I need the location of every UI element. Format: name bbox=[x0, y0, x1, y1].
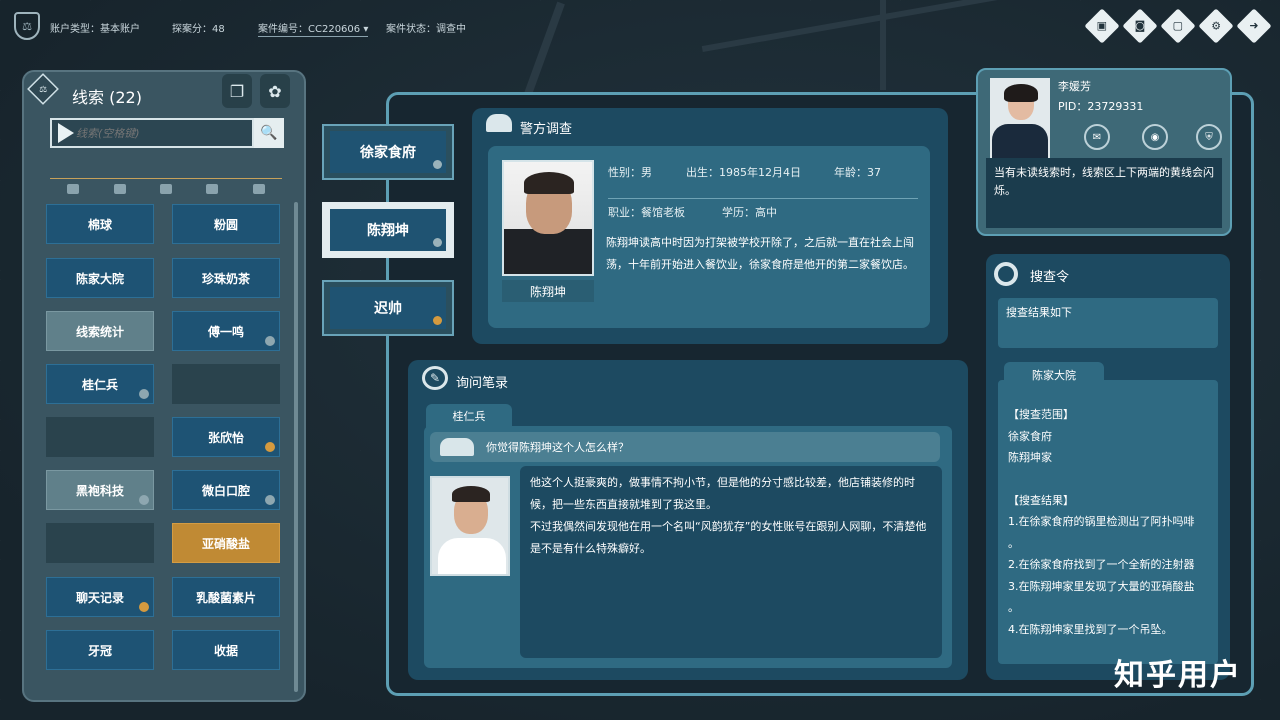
clue-search-box bbox=[50, 118, 254, 148]
top-toolbar: ▣ ◙ ▢ ⚙ ➜ bbox=[1084, 8, 1272, 44]
officer-avatar bbox=[990, 78, 1050, 158]
suspect-bio: 陈翔坤读高中时因为打架被学校开除了，之后就一直在社会上闯荡，十年前开始进入餐饮业… bbox=[606, 236, 914, 271]
camera-icon[interactable]: ◙ bbox=[1122, 8, 1158, 44]
case-status: 案件状态：调查中 bbox=[386, 24, 466, 35]
screen-icon[interactable]: ▢ bbox=[1160, 8, 1196, 44]
clue-panel: ⚖ 线索 (22) ❐ ✿ 🔍 棉球 粉圆 陈家大院 珍珠奶茶 线索统计 傅一鸣… bbox=[22, 70, 306, 702]
puzzle-icon bbox=[139, 602, 149, 612]
search-warrant-title: 搜查令 bbox=[1030, 270, 1070, 285]
suspect-info: 陈翔坤 性别：男 出生：1985年12月4日 年龄：37 职业：餐馆老板 学历：… bbox=[488, 146, 930, 328]
filter-document-icon[interactable] bbox=[67, 183, 80, 194]
status-dot-icon bbox=[433, 238, 442, 247]
interrogation-record: ✎ 询问笔录 桂仁兵 你觉得陈翔坤这个人怎么样？ 他这个人挺豪爽的，做事情不拘小… bbox=[408, 360, 968, 680]
watermark: 知乎用户 bbox=[1114, 658, 1242, 693]
network-icon[interactable]: ✿ bbox=[260, 74, 290, 108]
divider bbox=[608, 198, 918, 199]
filter-person-icon[interactable] bbox=[113, 183, 126, 194]
play-icon bbox=[58, 123, 74, 143]
police-card-title: 警方调查 bbox=[520, 122, 573, 137]
megaphone-icon bbox=[265, 495, 275, 505]
clue-panel-title: 线索 (22) bbox=[72, 88, 142, 107]
suspect-name: 陈翔坤 bbox=[502, 280, 594, 302]
suspect-age: 年龄：37 bbox=[834, 166, 881, 179]
clue-item[interactable]: 黑袍科技 bbox=[46, 470, 154, 510]
search-result-body: 【搜查范围】 徐家食府 陈翔坤家 【搜查结果】 1.在徐家食府的锅里检测出了阿扑… bbox=[998, 380, 1218, 664]
clue-item[interactable]: 微白口腔 bbox=[172, 470, 280, 510]
interrogation-body: 你觉得陈翔坤这个人怎么样？ 他这个人挺豪爽的，做事情不拘小节，但是他的分寸感比较… bbox=[424, 426, 952, 668]
unread-dot-icon bbox=[265, 336, 275, 346]
clue-scrollbar[interactable] bbox=[294, 202, 298, 692]
share-icon bbox=[139, 495, 149, 505]
clue-item-empty bbox=[46, 417, 154, 457]
witness-answer: 他这个人挺豪爽的，做事情不拘小节，但是他的分寸感比较差，他店铺装修的时候，把一些… bbox=[520, 466, 942, 658]
officer-name: 李媛芳 bbox=[1058, 80, 1091, 93]
score: 探案分：48 bbox=[172, 24, 225, 35]
suspect-tab[interactable]: 迟帅 bbox=[322, 280, 454, 336]
badge-icon[interactable]: ⛨ bbox=[1196, 124, 1222, 150]
video-icon[interactable]: ▣ bbox=[1084, 8, 1120, 44]
search-key-icon[interactable]: 🔍 bbox=[254, 118, 284, 148]
suspect-tab-active[interactable]: 陈翔坤 bbox=[322, 202, 454, 258]
suspect-job: 职业：餐馆老板 bbox=[608, 206, 685, 219]
clue-item[interactable]: 聊天记录 bbox=[46, 577, 154, 617]
officer-tip: 当有未读线索时，线索区上下两端的黄线会闪烁。 bbox=[986, 158, 1222, 228]
shield-logo-icon[interactable]: ⚖ bbox=[14, 12, 40, 40]
clue-item-selected[interactable]: 亚硝酸盐 bbox=[172, 523, 280, 563]
clue-statistics-button[interactable]: 线索统计 bbox=[46, 311, 154, 351]
clue-logo-icon: ⚖ bbox=[27, 73, 59, 105]
search-location-tab[interactable]: 陈家大院 bbox=[1004, 362, 1104, 388]
suspect-birth: 出生：1985年12月4日 bbox=[686, 166, 801, 179]
witness-tab[interactable]: 桂仁兵 bbox=[426, 404, 512, 428]
magnifier-icon: ✎ bbox=[422, 366, 448, 390]
police-investigation-card: 警方调查 陈翔坤 性别：男 出生：1985年12月4日 年龄：37 职业：餐馆老… bbox=[472, 108, 948, 344]
new-dot-icon bbox=[265, 442, 275, 452]
clue-item[interactable]: 珍珠奶茶 bbox=[172, 258, 280, 298]
new-dot-icon bbox=[433, 316, 442, 325]
chevron-down-icon: ▾ bbox=[363, 24, 369, 35]
filter-location-icon[interactable] bbox=[159, 183, 172, 194]
clue-item[interactable]: 傅一鸣 bbox=[172, 311, 280, 351]
filter-evidence-icon[interactable] bbox=[252, 183, 265, 194]
clue-panel-header: ⚖ 线索 (22) ❐ ✿ bbox=[24, 72, 304, 118]
suspect-photo bbox=[502, 160, 594, 276]
clue-item[interactable]: 收据 bbox=[172, 630, 280, 670]
megaphone-icon bbox=[433, 160, 442, 169]
officer-profile-card: 李媛芳 PID：23729331 ✉ ◉ ⛨ 当有未读线索时，线索区上下两端的黄… bbox=[976, 68, 1232, 236]
clue-item[interactable]: 乳酸菌素片 bbox=[172, 577, 280, 617]
witness-photo bbox=[430, 476, 510, 576]
message-icon[interactable]: ✉ bbox=[1084, 124, 1110, 150]
unread-dot-icon bbox=[139, 389, 149, 399]
question: 你觉得陈翔坤这个人怎么样？ bbox=[430, 432, 940, 462]
exit-icon[interactable]: ➜ bbox=[1236, 8, 1272, 44]
clue-item[interactable]: 陈家大院 bbox=[46, 258, 154, 298]
copy-icon[interactable]: ❐ bbox=[222, 74, 252, 108]
officer-pid: PID：23729331 bbox=[1058, 100, 1144, 113]
person-icon[interactable]: ◉ bbox=[1142, 124, 1168, 150]
clue-item[interactable]: 棉球 bbox=[46, 204, 154, 244]
clue-item[interactable]: 张欣怡 bbox=[172, 417, 280, 457]
search-result-header: 搜查结果如下 bbox=[998, 298, 1218, 348]
clue-search-input[interactable] bbox=[76, 126, 246, 140]
clue-filter-row bbox=[50, 178, 282, 194]
case-number-select[interactable]: 案件编号：CC220606 ▾ bbox=[258, 20, 369, 37]
top-bar: ⚖ 账户类型：基本账户 探案分：48 案件编号：CC220606 ▾ 案件状态：… bbox=[0, 0, 1280, 52]
interrogation-title: 询问笔录 bbox=[456, 376, 509, 391]
clue-item[interactable]: 粉圆 bbox=[172, 204, 280, 244]
clue-item-empty bbox=[46, 523, 154, 563]
police-cap-icon bbox=[486, 114, 512, 132]
clue-item[interactable]: 牙冠 bbox=[46, 630, 154, 670]
clue-item-empty bbox=[172, 364, 280, 404]
suspect-gender: 性别：男 bbox=[608, 166, 652, 179]
eye-icon bbox=[994, 262, 1018, 286]
clue-item[interactable]: 桂仁兵 bbox=[46, 364, 154, 404]
police-cap-icon bbox=[440, 438, 474, 456]
search-warrant-panel: 搜查令 搜查结果如下 【搜查范围】 徐家食府 陈翔坤家 【搜查结果】 1.在徐家… bbox=[986, 254, 1230, 680]
suspect-education: 学历：高中 bbox=[722, 206, 777, 219]
filter-building-icon[interactable] bbox=[206, 183, 219, 194]
gear-icon[interactable]: ⚙ bbox=[1198, 8, 1234, 44]
account-type: 账户类型：基本账户 bbox=[50, 24, 140, 35]
suspect-tab[interactable]: 徐家食府 bbox=[322, 124, 454, 180]
